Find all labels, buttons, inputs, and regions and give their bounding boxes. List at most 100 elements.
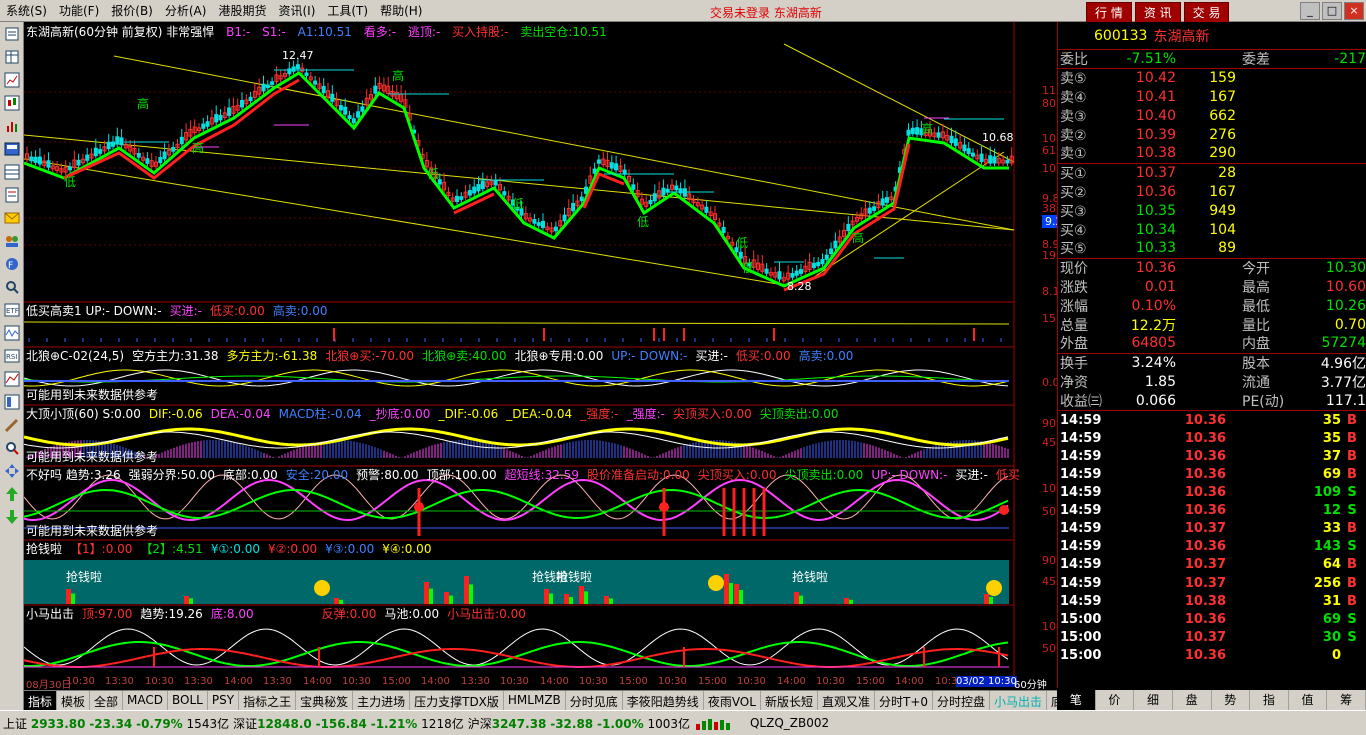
tick-row[interactable]: 15:00 10.36 69 S — [1058, 610, 1366, 628]
trade-button[interactable]: 交 易 — [1183, 2, 1230, 23]
grid-icon[interactable] — [3, 163, 21, 181]
table-icon[interactable] — [3, 48, 21, 66]
tick-row[interactable]: 14:59 10.36 12 S — [1058, 502, 1366, 520]
menu-function[interactable]: 功能(F) — [53, 2, 105, 19]
ask-row[interactable]: 卖⑤ 10.42 159 — [1058, 69, 1366, 88]
panel4-item: 强弱分界:50.00 — [128, 468, 215, 482]
indicator-tab[interactable]: 李筱阳趋势线 — [623, 691, 704, 710]
layout-icon[interactable] — [3, 393, 21, 411]
bid-row[interactable]: 买① 10.37 28 — [1058, 164, 1366, 183]
minimize-icon[interactable]: _ — [1300, 2, 1320, 20]
panel2-item: 低买:0.00 — [735, 349, 791, 363]
arrow-up-icon[interactable] — [3, 485, 21, 503]
etf-icon[interactable]: ETF — [3, 301, 21, 319]
chart-area[interactable]: 东湖高新(60分钟 前复权) 非常强悍 B1:- S1:- A1:10.51 看… — [24, 22, 1081, 676]
tick-row[interactable]: 14:59 10.37 33 B — [1058, 520, 1366, 538]
rsi-icon[interactable]: RSI — [3, 347, 21, 365]
ask-row[interactable]: 卖① 10.38 290 — [1058, 144, 1366, 163]
tick-row[interactable]: 14:59 10.36 109 S — [1058, 484, 1366, 502]
indicator-tab[interactable]: 直观又准 — [818, 691, 875, 710]
bid-row[interactable]: 买④ 10.34 104 — [1058, 220, 1366, 239]
board-icon[interactable] — [3, 140, 21, 158]
indicator-tab[interactable]: HMLMZB — [504, 691, 566, 710]
list-icon[interactable] — [3, 25, 21, 43]
tick-volume: 69 — [1322, 611, 1341, 627]
indicator-tab[interactable]: 指标 — [24, 691, 58, 710]
indicator-tab[interactable]: 压力支撑TDX版 — [410, 691, 504, 710]
line-chart-icon[interactable] — [3, 71, 21, 89]
indicator-tab[interactable]: MACD — [123, 691, 169, 710]
search-icon[interactable] — [3, 278, 21, 296]
menu-help[interactable]: 帮助(H) — [374, 2, 428, 19]
indicator-tab[interactable]: 夜雨VOL — [704, 691, 761, 710]
menu-analysis[interactable]: 分析(A) — [159, 2, 213, 19]
indicator-tab[interactable]: 模板 — [57, 691, 91, 710]
right-tab[interactable]: 盘 — [1173, 690, 1212, 710]
hs-index[interactable]: 沪深3247.38 -32.88 -1.00% 1003亿 — [468, 715, 690, 732]
close-icon[interactable]: × — [1344, 2, 1364, 20]
indicator-tab[interactable]: 主力进场 — [353, 691, 411, 710]
right-tab[interactable]: 势 — [1212, 690, 1251, 710]
users-icon[interactable] — [3, 232, 21, 250]
indicator-tab[interactable]: BOLL — [168, 691, 208, 710]
right-tab[interactable]: 指 — [1250, 690, 1289, 710]
quote-button[interactable]: 行 情 — [1086, 2, 1132, 23]
right-tab[interactable]: 筹 — [1327, 690, 1366, 710]
indicator-tab[interactable]: 分时T+0 — [875, 691, 934, 710]
sh-index[interactable]: 上证 2933.80 -23.34 -0.79% 1543亿 — [3, 715, 229, 732]
tick-row[interactable]: 14:59 10.36 37 B — [1058, 447, 1366, 465]
tick-row[interactable]: 14:59 10.36 69 B — [1058, 465, 1366, 483]
indicator-icon[interactable] — [3, 370, 21, 388]
bars-icon[interactable] — [3, 117, 21, 135]
tick-row[interactable]: 15:00 10.37 30 S — [1058, 628, 1366, 646]
ask-row[interactable]: 卖② 10.39 276 — [1058, 125, 1366, 144]
indicator-tab[interactable]: 全部 — [90, 691, 124, 710]
quote-row: 外盘 64805 内盘 57274 — [1058, 334, 1366, 353]
tick-row[interactable]: 14:59 10.37 64 B — [1058, 556, 1366, 574]
tick-row[interactable]: 14:59 10.38 31 B — [1058, 592, 1366, 610]
menu-hk-futures[interactable]: 港股期货 — [212, 2, 272, 19]
tick-row[interactable]: 14:59 10.36 35 B — [1058, 429, 1366, 447]
mail-icon[interactable] — [3, 209, 21, 227]
tick-row[interactable]: 14:59 10.37 256 B — [1058, 574, 1366, 592]
bid-row[interactable]: 买② 10.36 167 — [1058, 183, 1366, 202]
indicator-tab[interactable]: 新版长短 — [761, 691, 818, 710]
sheet-icon[interactable] — [3, 186, 21, 204]
right-tab[interactable]: 笔 — [1057, 690, 1096, 710]
svg-text:RSI: RSI — [6, 353, 17, 361]
indicator-tab[interactable]: 分时控盘 — [933, 691, 991, 710]
menu-system[interactable]: 系统(S) — [0, 2, 53, 19]
sz-index[interactable]: 深证12848.0 -156.84 -1.21% 1218亿 — [233, 715, 464, 732]
info-button[interactable]: 资 讯 — [1134, 2, 1181, 23]
zoom-icon[interactable] — [3, 439, 21, 457]
ask-row[interactable]: 卖④ 10.41 167 — [1058, 88, 1366, 107]
tick-row[interactable]: 14:59 10.36 143 S — [1058, 538, 1366, 556]
indicator-tab[interactable]: 宝典秘笈 — [296, 691, 354, 710]
period-label[interactable]: 60分钟 — [1014, 676, 1047, 691]
tick-row[interactable]: 14:59 10.36 35 B — [1058, 411, 1366, 429]
ask-row[interactable]: 卖③ 10.40 662 — [1058, 106, 1366, 125]
menu-tools[interactable]: 工具(T) — [321, 2, 374, 19]
kline-icon[interactable] — [3, 94, 21, 112]
right-tab[interactable]: 价 — [1096, 690, 1135, 710]
bid-row[interactable]: 买⑤ 10.33 89 — [1058, 239, 1366, 258]
tick-row[interactable]: 15:00 10.36 0 — [1058, 646, 1366, 664]
right-tab[interactable]: 细 — [1134, 690, 1173, 710]
right-tab[interactable]: 值 — [1289, 690, 1328, 710]
ask-level: 卖③ — [1060, 108, 1087, 125]
tick-list[interactable]: 14:59 10.36 35 B 14:59 10.36 35 B 14:59 10.36 37 B 1… — [1058, 411, 1366, 664]
indicator-tab[interactable]: PSY — [208, 691, 240, 710]
arrow-down-icon[interactable] — [3, 508, 21, 526]
candle-body — [270, 81, 275, 85]
indicator-tab[interactable]: 分时见底 — [566, 691, 623, 710]
menu-quote[interactable]: 报价(B) — [105, 2, 159, 19]
fund-icon[interactable]: F — [3, 255, 21, 273]
move-icon[interactable] — [3, 462, 21, 480]
wave-icon[interactable] — [3, 324, 21, 342]
bid-row[interactable]: 买③ 10.35 949 — [1058, 201, 1366, 220]
indicator-tab[interactable]: 指标之王 — [239, 691, 297, 710]
maximize-icon[interactable]: □ — [1322, 2, 1342, 20]
menu-info[interactable]: 资讯(I) — [272, 2, 321, 19]
indicator-tab[interactable]: 小马出击 — [990, 691, 1048, 710]
draw-tool-icon[interactable] — [3, 416, 21, 434]
